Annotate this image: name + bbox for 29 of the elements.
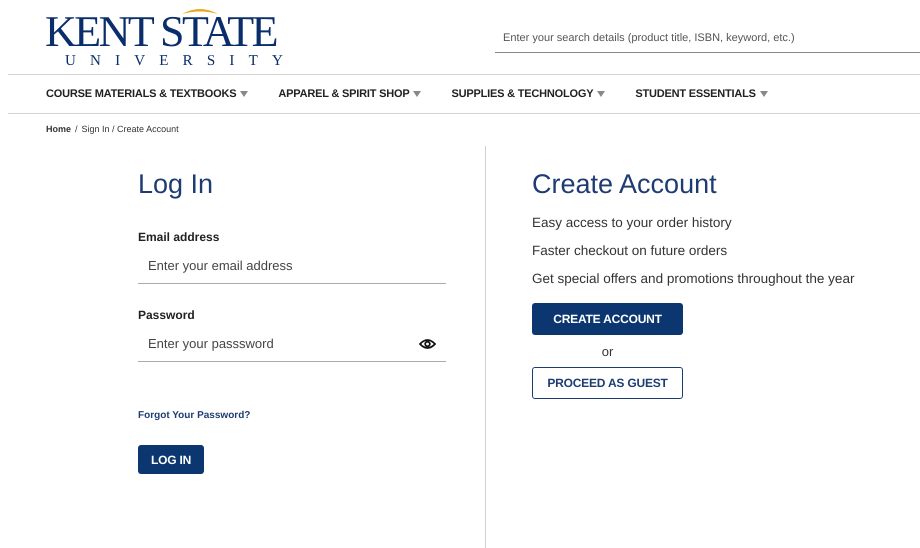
breadcrumb-link[interactable]: Home (46, 124, 72, 146)
email-field[interactable]: Enter your email address (138, 248, 446, 284)
caret-icon (760, 91, 768, 97)
benefit-text: Get special offers and promotions throughout the year (532, 271, 854, 287)
guest-button[interactable]: PROCEED AS GUEST (532, 367, 683, 399)
create-account-heading: Create Account (532, 168, 717, 200)
caret-icon (413, 91, 422, 97)
logo-wordmark: KENT STATE (45, 12, 276, 52)
create-account-button[interactable]: CREATE ACCOUNT (532, 303, 683, 335)
forgot-password-link[interactable]: Forgot Your Password? (138, 410, 250, 421)
caret-icon (597, 91, 606, 97)
nav-menu-item[interactable]: COURSE MATERIALS & TEXTBOOKS (46, 88, 248, 100)
benefit-text: Faster checkout on future orders (532, 243, 728, 259)
field-label: Email address (138, 230, 220, 244)
benefit-text: Easy access to your order history (532, 215, 732, 231)
password-field[interactable]: Enter your passsword (138, 326, 446, 362)
field-label: Password (138, 308, 195, 322)
nav-menu-item[interactable]: APPAREL & SPIRIT SHOP (278, 88, 422, 100)
logo-subtitle: UNIVERSITY (65, 52, 297, 70)
breadcrumb-separator: / (75, 124, 78, 136)
nav-menu-item[interactable]: STUDENT ESSENTIALS (635, 88, 768, 100)
nav-menu-item[interactable]: SUPPLIES & TECHNOLOGY (451, 88, 606, 100)
or-text: or (600, 344, 614, 359)
login-button[interactable]: LOG IN (138, 445, 204, 474)
eye-icon[interactable] (419, 338, 436, 350)
login-heading: Log In (138, 168, 214, 200)
sun-arc-icon (180, 6, 220, 14)
caret-icon (240, 91, 248, 97)
breadcrumb-current: Sign In / Create Account (82, 124, 179, 136)
